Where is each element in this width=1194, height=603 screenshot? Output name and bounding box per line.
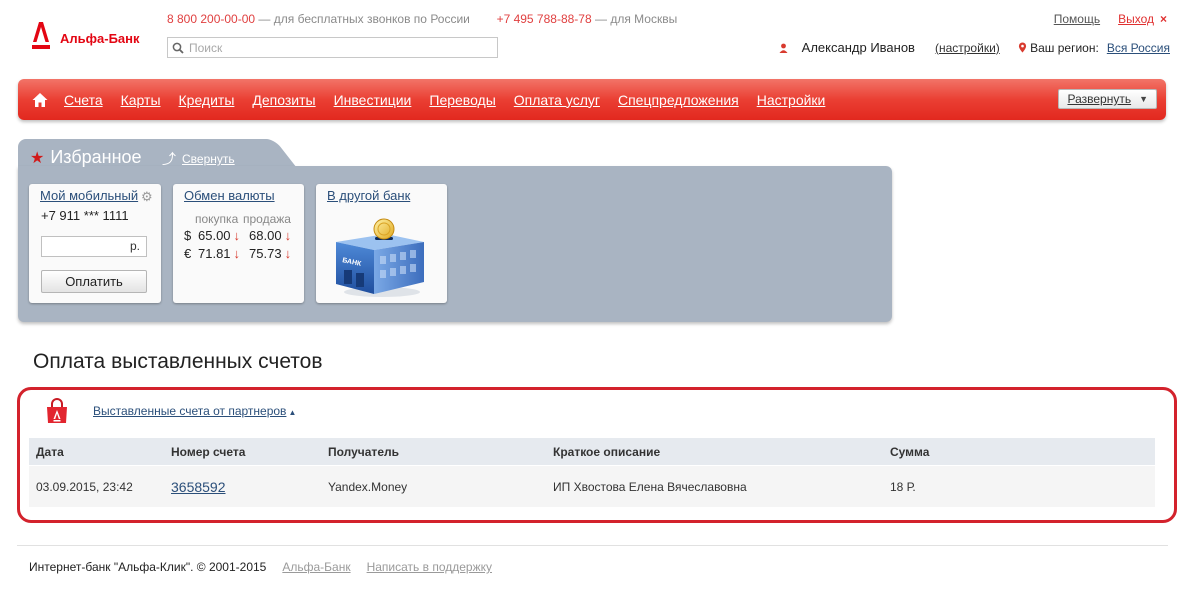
- col-date: Дата: [36, 444, 64, 459]
- location-pin-icon: [1018, 42, 1026, 52]
- collapse-toggle[interactable]: ⤴ Свернуть: [162, 149, 235, 169]
- top-links: Помощь Выход ×: [1054, 12, 1167, 26]
- chevron-up-icon: ▲: [288, 408, 297, 417]
- partners-link[interactable]: Выставленные счета от партнеров: [93, 404, 286, 418]
- help-link[interactable]: Помощь: [1054, 12, 1100, 26]
- currency-label: р.: [129, 239, 140, 253]
- currency-symbol: $: [184, 228, 192, 243]
- search-box: [167, 37, 498, 58]
- phone-moscow: +7 495 788-88-78: [496, 12, 592, 26]
- currency-symbol: €: [184, 246, 192, 261]
- sell-rate: 68.00: [249, 228, 282, 243]
- nav-deposits[interactable]: Депозиты: [252, 92, 315, 108]
- bill-recipient: Yandex.Money: [328, 479, 408, 494]
- collapse-link[interactable]: Свернуть: [182, 152, 235, 166]
- main-nav: Счета Карты Кредиты Депозиты Инвестиции …: [18, 79, 1166, 120]
- nav-settings[interactable]: Настройки: [757, 92, 826, 108]
- sell-rate: 75.73: [249, 246, 282, 261]
- footer: Интернет-банк "Альфа-Клик". © 2001-2015 …: [29, 560, 492, 574]
- footer-divider: [17, 545, 1168, 546]
- expand-label: Развернуть: [1067, 92, 1132, 106]
- transfer-card-title[interactable]: В другой банк: [327, 188, 410, 203]
- nav-cards[interactable]: Карты: [121, 92, 161, 108]
- mobile-phone-number: +7 911 *** 1111: [41, 208, 129, 223]
- transfer-other-bank-card[interactable]: В другой банк БАНК: [316, 184, 447, 303]
- bill-number-link[interactable]: 3658592: [171, 479, 226, 495]
- col-recipient: Получатель: [328, 444, 399, 459]
- star-icon: ★: [30, 149, 45, 167]
- pay-button[interactable]: Оплатить: [41, 270, 147, 293]
- arrow-down-icon: ↓: [284, 246, 292, 261]
- copyright: Интернет-банк "Альфа-Клик". © 2001-2015: [29, 560, 267, 574]
- mobile-card-title[interactable]: Мой мобильный: [40, 188, 138, 203]
- phone-moscow-desc: — для Москвы: [595, 12, 678, 26]
- phone-free: 8 800 200-00-00: [167, 12, 256, 26]
- user-settings-link[interactable]: (настройки): [935, 41, 1000, 55]
- user-icon: [779, 43, 788, 53]
- exit-wrap: Выход ×: [1118, 12, 1167, 26]
- alfa-bank-logo[interactable]: Альфа-Банк: [30, 20, 140, 50]
- arrow-down-icon: ↓: [233, 228, 241, 243]
- favorites-title: ★ Избранное: [30, 147, 142, 168]
- arrow-down-icon: ↓: [284, 228, 292, 243]
- col-description: Краткое описание: [553, 444, 661, 459]
- nav-investments[interactable]: Инвестиции: [334, 92, 412, 108]
- collapse-icon: ⤴: [162, 151, 176, 167]
- footer-support-link[interactable]: Написать в поддержку: [367, 560, 492, 574]
- nav-payments[interactable]: Оплата услуг: [514, 92, 600, 108]
- user-name: Александр Иванов: [801, 40, 915, 55]
- buy-rate: 65.00: [198, 228, 231, 243]
- nav-credits[interactable]: Кредиты: [179, 92, 235, 108]
- gear-icon[interactable]: ⚙: [141, 189, 153, 205]
- col-number: Номер счета: [171, 444, 246, 459]
- bank-building-icon: БАНК: [336, 218, 424, 297]
- exit-link[interactable]: Выход: [1118, 12, 1154, 26]
- favorites-title-text: Избранное: [50, 147, 142, 167]
- nav-special-offers[interactable]: Спецпредложения: [618, 92, 739, 108]
- user-bar: Александр Иванов (настройки) Ваш регион:…: [779, 40, 1170, 55]
- table-header: Дата Номер счета Получатель Краткое опис…: [29, 438, 1155, 465]
- bill-date: 03.09.2015, 23:42: [36, 479, 133, 494]
- rate-row-eur: € 71.81 ↓ 75.73 ↓: [184, 246, 291, 261]
- region-link[interactable]: Вся Россия: [1107, 41, 1170, 55]
- partners-toggle[interactable]: Выставленные счета от партнеров ▲: [93, 404, 296, 418]
- amount-field: р.: [41, 236, 147, 257]
- buy-rate: 71.81: [198, 246, 231, 261]
- bill-amount: 18 Р.: [890, 479, 916, 494]
- buy-header: покупка: [195, 212, 239, 226]
- sell-header: продажа: [243, 212, 291, 226]
- table-row[interactable]: 03.09.2015, 23:42 3658592 Yandex.Money И…: [29, 466, 1155, 507]
- footer-bank-link[interactable]: Альфа-Банк: [282, 560, 350, 574]
- brand-name: Альфа-Банк: [60, 30, 140, 46]
- search-input[interactable]: [189, 40, 479, 55]
- col-amount: Сумма: [890, 444, 930, 459]
- close-icon[interactable]: ×: [1160, 12, 1167, 26]
- home-icon[interactable]: [32, 92, 48, 108]
- expand-button[interactable]: Развернуть ▼: [1058, 89, 1157, 109]
- bill-description: ИП Хвостова Елена Вячеславовна: [553, 479, 747, 494]
- exchange-card-title[interactable]: Обмен валюты: [184, 188, 275, 203]
- nav-accounts[interactable]: Счета: [64, 92, 103, 108]
- region-label-wrap: Ваш регион:: [1018, 41, 1099, 55]
- arrow-down-icon: ↓: [233, 246, 241, 261]
- alfa-logo-icon: [30, 20, 52, 50]
- currency-exchange-card: Обмен валюты покупка продажа $ 65.00 ↓ 6…: [173, 184, 304, 303]
- contact-phones: 8 800 200-00-00 — для бесплатных звонков…: [167, 12, 677, 26]
- shopping-bag-icon: [47, 398, 67, 423]
- phone-free-desc: — для бесплатных звонков по России: [258, 12, 470, 26]
- mobile-payment-card: Мой мобильный ⚙ +7 911 *** 1111 р. Оплат…: [29, 184, 161, 303]
- search-icon[interactable]: [172, 42, 184, 54]
- nav-transfers[interactable]: Переводы: [429, 92, 495, 108]
- chevron-down-icon: ▼: [1139, 94, 1148, 104]
- region-label: Ваш регион:: [1030, 40, 1099, 55]
- page-title: Оплата выставленных счетов: [33, 350, 323, 373]
- rate-row-usd: $ 65.00 ↓ 68.00 ↓: [184, 228, 291, 243]
- amount-input[interactable]: [42, 237, 126, 256]
